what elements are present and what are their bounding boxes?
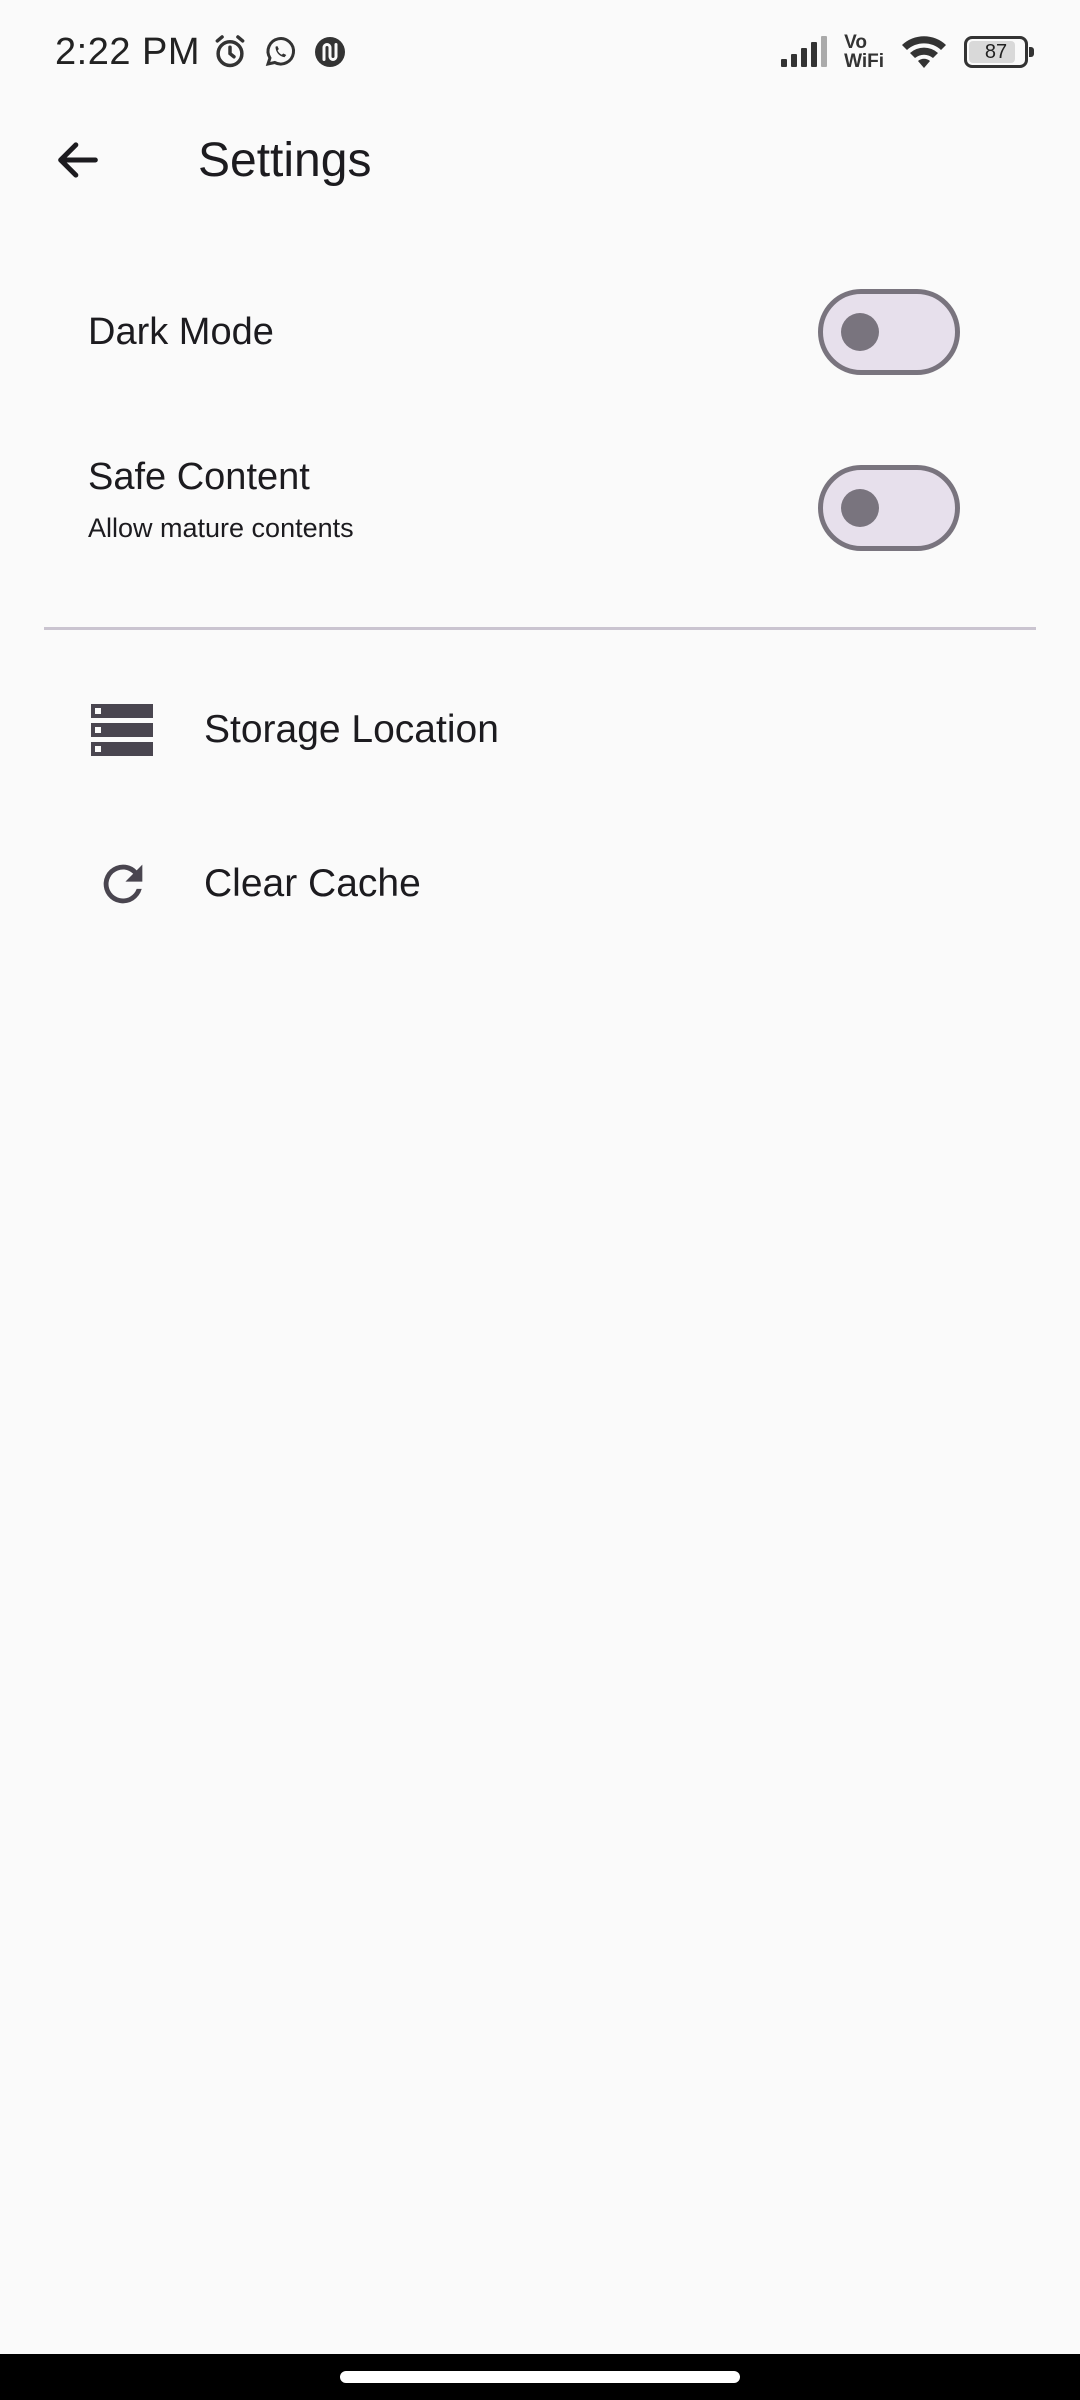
storage-location-item[interactable]: Storage Location bbox=[0, 670, 1080, 790]
wifi-icon bbox=[898, 32, 950, 72]
home-indicator[interactable] bbox=[340, 2371, 740, 2383]
battery-percent: 87 bbox=[984, 40, 1008, 63]
signal-icon bbox=[778, 32, 830, 72]
safe-content-title: Safe Content bbox=[88, 456, 310, 498]
status-left: 2:22 PM bbox=[55, 31, 350, 74]
status-bar: 2:22 PM Vo WiFi 87 bbox=[0, 0, 1080, 104]
dark-mode-row[interactable]: Dark Mode bbox=[0, 262, 1080, 402]
switch-thumb bbox=[841, 313, 879, 351]
section-divider bbox=[44, 627, 1036, 630]
page-title: Settings bbox=[198, 133, 372, 187]
refresh-icon bbox=[90, 851, 156, 917]
battery-indicator: 87 bbox=[964, 36, 1034, 68]
app-notification-icon bbox=[310, 32, 350, 72]
vowifi-top: Vo bbox=[844, 32, 867, 53]
safe-content-text: Safe Content Allow mature contents bbox=[88, 456, 354, 544]
system-navigation-bar bbox=[0, 2354, 1080, 2400]
clear-cache-label: Clear Cache bbox=[204, 862, 421, 905]
alarm-icon bbox=[210, 32, 250, 72]
storage-icon bbox=[90, 697, 156, 763]
app-bar: Settings bbox=[0, 112, 1080, 208]
dark-mode-switch[interactable] bbox=[818, 289, 960, 375]
status-right: Vo WiFi 87 bbox=[778, 32, 1034, 72]
vowifi-indicator: Vo WiFi bbox=[844, 33, 884, 71]
whatsapp-icon bbox=[260, 32, 300, 72]
settings-screen: 2:22 PM Vo WiFi 87 Settings Dark Mode Sa… bbox=[0, 0, 1080, 2400]
safe-content-row[interactable]: Safe Content Allow mature contents bbox=[0, 438, 1080, 578]
status-time: 2:22 PM bbox=[55, 30, 201, 73]
dark-mode-title: Dark Mode bbox=[88, 310, 274, 353]
clear-cache-item[interactable]: Clear Cache bbox=[0, 824, 1080, 944]
back-button[interactable] bbox=[30, 112, 126, 208]
safe-content-switch[interactable] bbox=[818, 465, 960, 551]
storage-location-label: Storage Location bbox=[204, 708, 499, 751]
safe-content-subtitle: Allow mature contents bbox=[88, 513, 354, 543]
switch-thumb bbox=[841, 489, 879, 527]
vowifi-bottom: WiFi bbox=[844, 51, 884, 72]
arrow-left-icon bbox=[58, 142, 98, 178]
dark-mode-text: Dark Mode bbox=[88, 311, 274, 354]
